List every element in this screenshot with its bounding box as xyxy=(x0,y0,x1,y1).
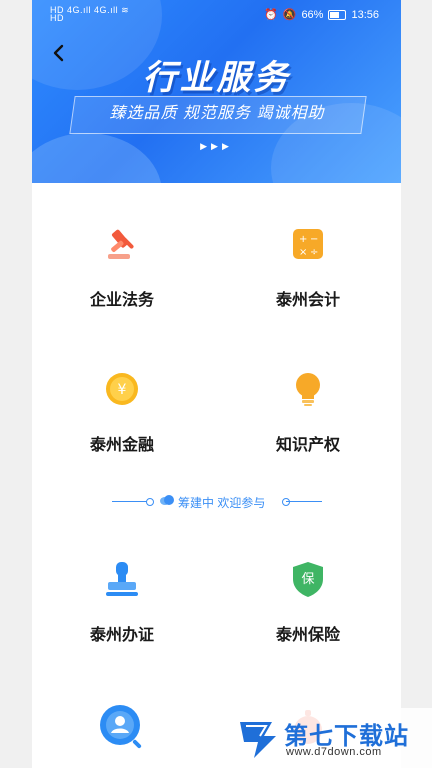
insurance-badge-text: 保 xyxy=(301,571,315,586)
user-search-icon xyxy=(98,703,146,751)
service-label: 泰州办证 xyxy=(89,627,154,644)
service-item-accounting[interactable]: + − × ÷ 泰州会计 xyxy=(238,224,378,310)
signal-indicator: 4G xyxy=(94,5,108,15)
service-label: 企业法务 xyxy=(89,292,154,309)
service-item-ip[interactable]: 知识产权 xyxy=(238,369,378,455)
yuan-coin-icon: ¥ xyxy=(102,369,142,409)
divider-line xyxy=(112,501,148,502)
pagination-arrows: ▶▶▶ xyxy=(200,141,233,151)
svg-text:÷: ÷ xyxy=(310,247,318,258)
service-item-finance[interactable]: ¥ 泰州金融 xyxy=(52,369,192,455)
status-bar: HD 4G.ıll 4G.ıll ≋ HD ⏰ 🔕 66% 13:56 xyxy=(32,0,401,28)
hd-indicator: HD xyxy=(50,13,64,23)
service-label: 泰州金融 xyxy=(89,437,154,454)
cloud-icon xyxy=(160,495,174,505)
network-indicators: HD 4G.ıll 4G.ıll ≋ HD xyxy=(50,5,130,23)
watermark: 第七下载站 www.d7down.com xyxy=(232,708,432,768)
divider-line xyxy=(286,501,322,502)
lightbulb-icon xyxy=(288,369,328,409)
signal-indicator: 4G xyxy=(67,5,81,15)
page: HD 4G.ıll 4G.ıll ≋ HD ⏰ 🔕 66% 13:56 行业服务… xyxy=(32,0,401,768)
battery-icon xyxy=(328,9,347,20)
stamp-icon xyxy=(102,559,142,599)
service-item-certificate[interactable]: 泰州办证 xyxy=(52,559,192,645)
slogan-text: 臻选品质 规范服务 竭诚相助 xyxy=(109,105,325,122)
service-item-insurance[interactable]: 保 泰州保险 xyxy=(238,559,378,645)
header-banner: HD 4G.ıll 4G.ıll ≋ HD ⏰ 🔕 66% 13:56 行业服务… xyxy=(32,0,401,183)
divider-dot xyxy=(146,498,154,506)
service-label: 知识产权 xyxy=(275,437,340,454)
divider-dot xyxy=(282,498,290,506)
divider-text: 筹建中 欢迎参与 xyxy=(178,496,266,510)
service-label: 泰州会计 xyxy=(275,292,340,309)
status-right: ⏰ 🔕 66% 13:56 xyxy=(264,8,379,22)
alarm-status-icon: ⏰ xyxy=(264,9,278,21)
service-item-user[interactable] xyxy=(52,703,192,761)
watermark-logo-icon xyxy=(240,722,276,758)
page-title: 行业服务 xyxy=(142,59,291,97)
section-divider: 筹建中 欢迎参与 xyxy=(32,491,401,511)
calculator-icon: + − × ÷ xyxy=(288,224,328,264)
svg-text:×: × xyxy=(299,247,307,258)
gavel-icon xyxy=(102,224,142,264)
watermark-url: www.d7down.com xyxy=(286,746,382,758)
svg-text:+: + xyxy=(299,234,307,245)
insurance-shield-icon: 保 xyxy=(288,559,328,599)
svg-text:¥: ¥ xyxy=(118,382,127,398)
battery-percent: 66% xyxy=(301,8,324,21)
svg-text:−: − xyxy=(310,234,318,245)
clock: 13:56 xyxy=(351,8,379,21)
mute-icon: 🔕 xyxy=(282,9,297,21)
service-label: 泰州保险 xyxy=(275,627,340,644)
service-item-legal[interactable]: 企业法务 xyxy=(52,224,192,310)
